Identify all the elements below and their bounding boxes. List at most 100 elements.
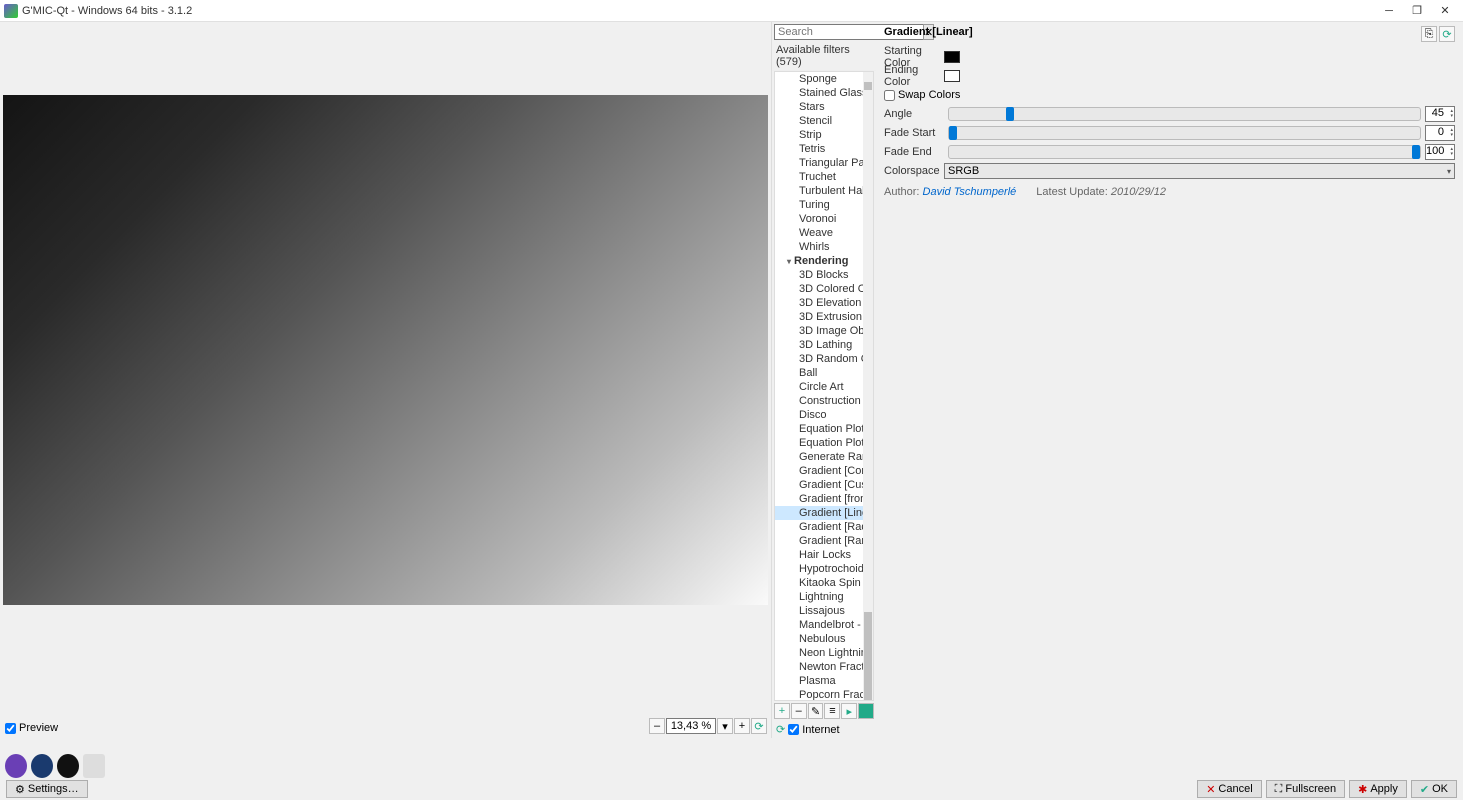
filter-title: Gradient [Linear] xyxy=(884,26,1455,38)
preview-checkbox[interactable] xyxy=(5,723,16,734)
author-label: Author: xyxy=(884,186,919,198)
filter-item[interactable]: Lightning xyxy=(775,590,863,604)
filter-item[interactable]: Generate Random Portra xyxy=(775,450,863,464)
zoom-in-button[interactable]: + xyxy=(734,718,750,734)
filter-item[interactable]: Kitaoka Spin Illusion xyxy=(775,576,863,590)
filter-item[interactable]: Gradient [Random] xyxy=(775,534,863,548)
rename-button[interactable]: ✎ xyxy=(808,703,824,719)
filter-item[interactable]: Stencil xyxy=(775,114,863,128)
filter-item[interactable]: Gradient [Custom Shape] xyxy=(775,478,863,492)
fullscreen-button[interactable]: ⛶Fullscreen xyxy=(1266,780,1345,798)
filter-item[interactable]: 3D Elevation xyxy=(775,296,863,310)
gear-icon: ✱ xyxy=(1358,783,1367,796)
zoom-spin[interactable]: ▾ xyxy=(717,718,733,734)
starting-color-swatch[interactable] xyxy=(944,51,960,63)
filter-item[interactable]: Whirls xyxy=(775,240,863,254)
reset-params-button[interactable]: ⟳ xyxy=(1439,26,1455,42)
angle-label: Angle xyxy=(884,108,944,120)
zoom-out-button[interactable]: – xyxy=(649,718,665,734)
filter-item[interactable]: Gradient [Radial] xyxy=(775,520,863,534)
maximize-button[interactable]: ❐ xyxy=(1403,2,1431,20)
angle-spin[interactable]: 45 xyxy=(1425,106,1455,122)
settings-button[interactable]: ⚙ Settings… xyxy=(6,780,88,798)
fade-start-slider[interactable] xyxy=(948,126,1421,140)
filter-item[interactable]: Tetris xyxy=(775,142,863,156)
filter-item[interactable]: Nebulous xyxy=(775,632,863,646)
gear-icon: ⚙ xyxy=(15,783,25,796)
filter-item[interactable]: 3D Colored Object xyxy=(775,282,863,296)
tag-button[interactable] xyxy=(858,703,874,719)
close-icon: ✕ xyxy=(1206,783,1215,796)
filter-item[interactable]: Newton Fractal xyxy=(775,660,863,674)
filter-item[interactable]: Turing xyxy=(775,198,863,212)
filter-item[interactable]: Hypotrochoid xyxy=(775,562,863,576)
filter-item[interactable]: Gradient [Corners] xyxy=(775,464,863,478)
ending-color-swatch[interactable] xyxy=(944,70,960,82)
filter-item[interactable]: Voronoi xyxy=(775,212,863,226)
filter-item[interactable]: Ball xyxy=(775,366,863,380)
filter-item[interactable]: Stained Glass xyxy=(775,86,863,100)
check-icon: ✔ xyxy=(1420,783,1429,796)
filter-item[interactable]: Weave xyxy=(775,226,863,240)
expand-button[interactable]: ▸ xyxy=(841,703,857,719)
filter-item[interactable]: Gradient [from Line] xyxy=(775,492,863,506)
internet-checkbox[interactable] xyxy=(788,724,799,735)
fade-start-label: Fade Start xyxy=(884,127,944,139)
params-panel: ⎘ ⟳ Gradient [Linear] Starting Color End… xyxy=(876,22,1463,738)
filter-item[interactable]: Hair Locks xyxy=(775,548,863,562)
filter-item[interactable]: 3D Extrusion xyxy=(775,310,863,324)
filter-item[interactable]: Gradient [Linear] xyxy=(775,506,863,520)
ending-color-label: Ending Color xyxy=(884,64,944,88)
fade-end-spin[interactable]: 100 xyxy=(1425,144,1455,160)
update-label: Latest Update: xyxy=(1036,186,1108,198)
remove-fave-button[interactable]: – xyxy=(791,703,807,719)
tree-header: Available filters (579) xyxy=(772,42,876,71)
filter-item[interactable]: 3D Blocks xyxy=(775,268,863,282)
zoom-reset-button[interactable]: ⟳ xyxy=(751,718,767,734)
filter-item[interactable]: Popcorn Fractal xyxy=(775,688,863,700)
fade-end-label: Fade End xyxy=(884,146,944,158)
close-button[interactable]: ✕ xyxy=(1431,2,1459,20)
add-fave-button[interactable]: + xyxy=(774,703,790,719)
copy-command-button[interactable]: ⎘ xyxy=(1421,26,1437,42)
filter-tree: SpongeStained GlassStarsStencilStripTetr… xyxy=(774,71,874,701)
apply-button[interactable]: ✱Apply xyxy=(1349,780,1407,798)
filter-item[interactable]: Truchet xyxy=(775,170,863,184)
filter-item[interactable]: Plasma xyxy=(775,674,863,688)
filter-item[interactable]: Disco xyxy=(775,408,863,422)
minimize-button[interactable]: ─ xyxy=(1375,2,1403,20)
filter-item[interactable]: 3D Image Object xyxy=(775,324,863,338)
filter-item[interactable]: Turbulent Halftone xyxy=(775,184,863,198)
filter-item[interactable]: Equation Plot [Parametric xyxy=(775,422,863,436)
preview-label: Preview xyxy=(19,722,58,734)
ok-button[interactable]: ✔OK xyxy=(1411,780,1457,798)
category-rendering[interactable]: Rendering xyxy=(775,254,863,268)
internet-label: Internet xyxy=(802,724,839,736)
filter-item[interactable]: 3D Lathing xyxy=(775,338,863,352)
swap-colors-checkbox[interactable] xyxy=(884,90,895,101)
filter-item[interactable]: Construction Material Tex xyxy=(775,394,863,408)
filter-item[interactable]: Sponge xyxy=(775,72,863,86)
filter-item[interactable]: Neon Lightning xyxy=(775,646,863,660)
filter-panel: ✕ Available filters (579) SpongeStained … xyxy=(771,22,876,738)
fade-end-slider[interactable] xyxy=(948,145,1421,159)
cancel-button[interactable]: ✕Cancel xyxy=(1197,780,1261,798)
author-link[interactable]: David Tschumperlé xyxy=(923,186,1017,198)
filter-item[interactable]: Stars xyxy=(775,100,863,114)
colorspace-combo[interactable]: SRGB xyxy=(944,163,1455,179)
zoom-input[interactable] xyxy=(666,718,716,734)
colorspace-label: Colorspace xyxy=(884,165,944,177)
refresh-button[interactable]: ⟳ xyxy=(776,723,785,736)
filter-item[interactable]: Strip xyxy=(775,128,863,142)
preview-image[interactable] xyxy=(3,95,768,605)
fade-start-spin[interactable]: 0 xyxy=(1425,125,1455,141)
filter-item[interactable]: Triangular Pattern xyxy=(775,156,863,170)
tree-scrollbar[interactable] xyxy=(863,72,873,700)
filter-item[interactable]: Mandelbrot - Julia Sets xyxy=(775,618,863,632)
filter-item[interactable]: 3D Random Objects xyxy=(775,352,863,366)
filter-item[interactable]: Lissajous xyxy=(775,604,863,618)
collapse-button[interactable]: ≡ xyxy=(824,703,840,719)
filter-item[interactable]: Equation Plot [Y=f(X)] xyxy=(775,436,863,450)
angle-slider[interactable] xyxy=(948,107,1421,121)
filter-item[interactable]: Circle Art xyxy=(775,380,863,394)
